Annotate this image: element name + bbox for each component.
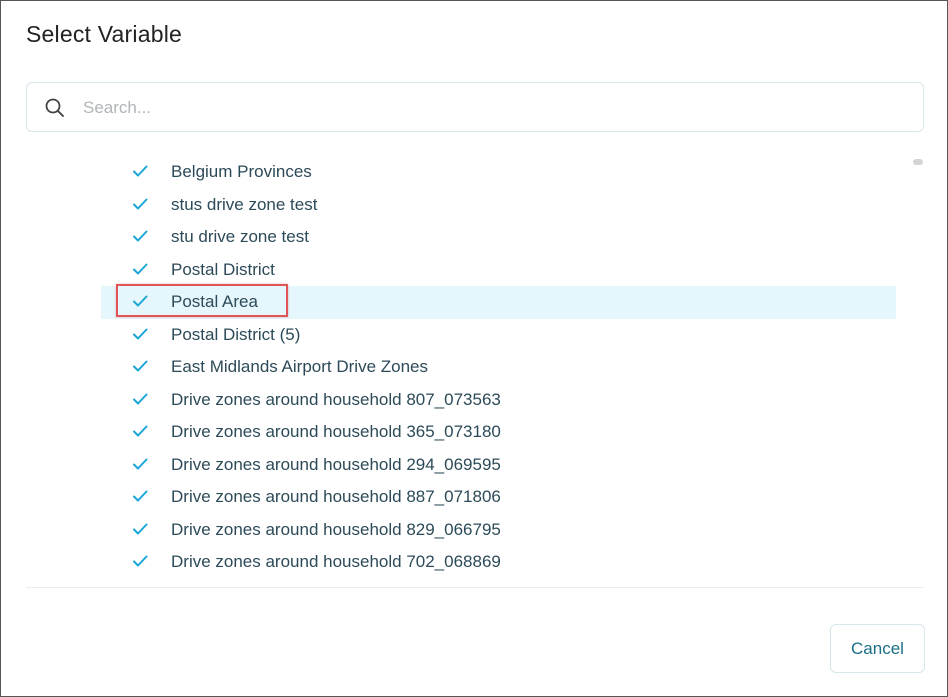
search-icon	[45, 98, 64, 117]
check-icon	[133, 393, 148, 404]
list-item[interactable]: Drive zones around household 294_069595	[101, 449, 896, 482]
list-item[interactable]: Drive zones around household 365_073180	[101, 416, 896, 449]
check-icon	[133, 230, 148, 242]
list-item-label: Drive zones around household 829_066795	[171, 519, 501, 539]
list-item[interactable]: Drive zones around household 887_071806	[101, 481, 896, 514]
list-item-label: East Midlands Airport Drive Zones	[171, 357, 428, 376]
search-input[interactable]	[81, 91, 905, 125]
check-icon	[133, 360, 148, 372]
select-variable-dialog: Select Variable Belgium Provinces stus dr…	[0, 0, 948, 697]
list-item[interactable]: East Midlands Airport Drive Zones	[101, 351, 896, 384]
list-item[interactable]: stus drive zone test	[101, 189, 896, 222]
check-icon	[133, 523, 148, 534]
check-icon	[133, 328, 148, 339]
list-item-label: Postal District	[171, 259, 275, 279]
check-icon	[133, 165, 148, 177]
list-item-label: stus drive zone test	[171, 194, 318, 214]
list-item-label: Drive zones around household 807_073563	[171, 389, 501, 409]
list-item[interactable]: stu drive zone test	[101, 221, 896, 254]
cancel-button[interactable]: Cancel	[830, 624, 925, 673]
check-icon	[133, 425, 148, 437]
list-item[interactable]: Postal District	[101, 254, 896, 287]
list-item-label: Drive zones around household 702_068869	[171, 552, 501, 571]
list-item-label: Belgium Provinces	[171, 162, 312, 181]
highlight-annotation	[116, 284, 288, 317]
check-icon	[133, 490, 148, 502]
list-item-label: Drive zones around household 294_069595	[171, 454, 501, 474]
scrollbar-thumb[interactable]	[913, 159, 923, 165]
list-item[interactable]: Drive zones around household 829_066795	[101, 514, 896, 547]
check-icon	[133, 263, 148, 274]
list-item[interactable]: Postal Area	[101, 284, 896, 319]
dialog-title: Select Variable	[26, 21, 182, 47]
list-item-label: Drive zones around household 887_071806	[171, 487, 501, 506]
list-item[interactable]: Drive zones around household 807_073563	[101, 384, 896, 417]
search-box[interactable]	[26, 82, 924, 132]
check-icon	[133, 458, 148, 469]
check-icon	[133, 198, 148, 209]
list-item-label: Drive zones around household 365_073180	[171, 422, 501, 441]
variable-list: Belgium Provinces stus drive zone test stu…	[101, 156, 896, 579]
check-icon	[133, 555, 148, 567]
list-item[interactable]: Drive zones around household 702_068869	[101, 546, 896, 579]
list-item-label: Postal District (5)	[171, 324, 301, 344]
footer-divider	[26, 587, 924, 588]
list-item-label: stu drive zone test	[171, 227, 309, 246]
list-item[interactable]: Belgium Provinces	[101, 156, 896, 189]
list-item[interactable]: Postal District (5)	[101, 319, 896, 352]
